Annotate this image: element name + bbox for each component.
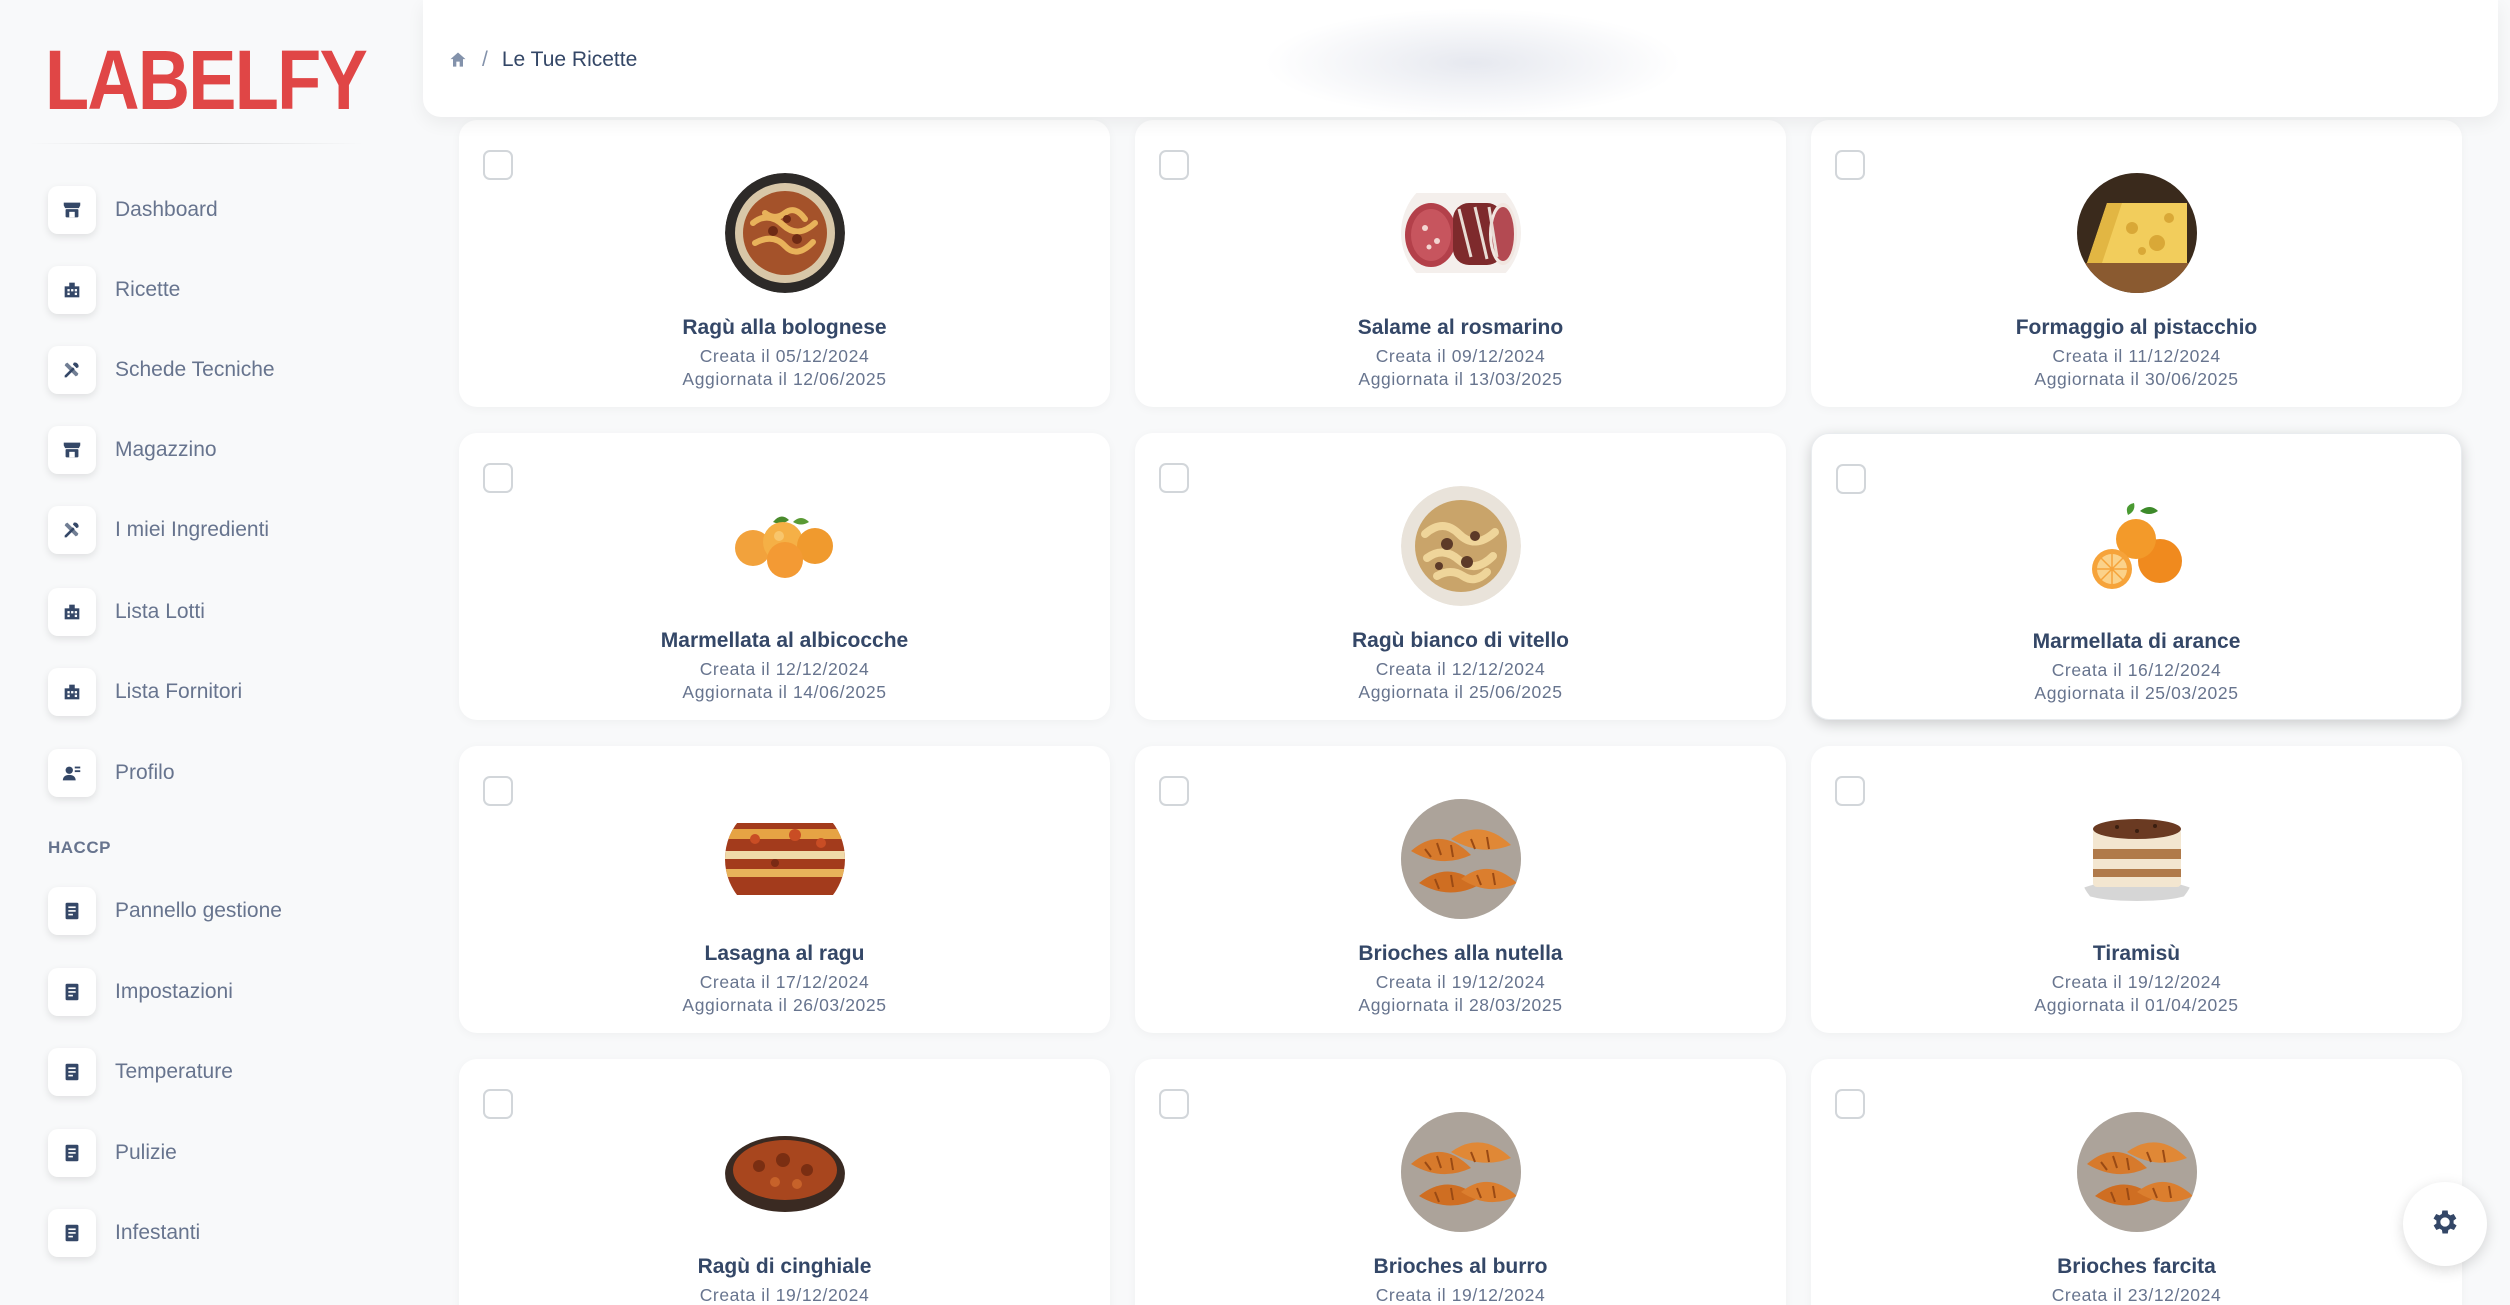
select-checkbox[interactable] — [1835, 1089, 1865, 1119]
recipe-created-date: Creata il 12/12/2024 — [699, 659, 870, 679]
croissants-image — [2077, 1112, 2197, 1232]
top-navbar: / Le Tue Ricette — [423, 0, 2498, 118]
recipe-title: Ragù alla bolognese — [682, 316, 887, 339]
recipe-updated-date: Aggiornata il 12/06/2025 — [682, 369, 887, 389]
gear-icon — [2429, 1206, 2461, 1243]
pasta-white-image — [1401, 486, 1521, 606]
select-checkbox[interactable] — [483, 1089, 513, 1119]
home-icon[interactable] — [448, 50, 468, 70]
oranges-image — [2078, 487, 2198, 607]
recipe-updated-date: Aggiornata il 25/03/2025 — [2034, 683, 2239, 703]
recipe-title: Formaggio al pistacchio — [2015, 316, 2258, 339]
recipe-title: Brioches alla nutella — [1358, 942, 1563, 965]
recipe-title: Ragù bianco di vitello — [1351, 629, 1570, 652]
recipe-title: Marmellata di arance — [2032, 630, 2241, 653]
recipe-created-date: Creata il 23/12/2024 — [2051, 1285, 2222, 1305]
recipe-card[interactable]: Salame al rosmarino Creata il 09/12/2024… — [1135, 120, 1786, 407]
recipe-created-date: Creata il 19/12/2024 — [1375, 972, 1546, 992]
recipe-created-date: Creata il 19/12/2024 — [699, 1285, 870, 1305]
recipe-card[interactable]: Ragù bianco di vitello Creata il 12/12/2… — [1135, 433, 1786, 720]
recipe-created-date: Creata il 11/12/2024 — [2052, 346, 2221, 366]
recipes-grid: Ragù alla bolognese Creata il 05/12/2024… — [0, 0, 2510, 1305]
recipe-created-date: Creata il 19/12/2024 — [2051, 972, 2222, 992]
recipe-updated-date: Aggiornata il 01/04/2025 — [2034, 995, 2239, 1015]
recipe-updated-date: Aggiornata il 13/03/2025 — [1358, 369, 1563, 389]
croissants-image — [1401, 1112, 1521, 1232]
select-checkbox[interactable] — [483, 150, 513, 180]
select-checkbox[interactable] — [1159, 776, 1189, 806]
recipe-created-date: Creata il 19/12/2024 — [1375, 1285, 1546, 1305]
recipe-updated-date: Aggiornata il 26/03/2025 — [682, 995, 887, 1015]
recipe-card[interactable]: Ragù di cinghiale Creata il 19/12/2024 — [459, 1059, 1110, 1305]
lasagna-image — [725, 799, 845, 919]
select-checkbox[interactable] — [1835, 776, 1865, 806]
pasta-bolognese-image — [725, 173, 845, 293]
select-checkbox[interactable] — [1159, 463, 1189, 493]
recipe-created-date: Creata il 12/12/2024 — [1375, 659, 1546, 679]
recipe-card[interactable]: Marmellata di arance Creata il 16/12/202… — [1811, 433, 2462, 720]
select-checkbox[interactable] — [1159, 150, 1189, 180]
recipe-card[interactable]: Tiramisù Creata il 19/12/2024 Aggiornata… — [1811, 746, 2462, 1033]
recipe-created-date: Creata il 16/12/2024 — [2051, 660, 2222, 680]
recipe-title: Marmellata al albicocche — [660, 629, 909, 652]
recipe-card[interactable]: Marmellata al albicocche Creata il 12/12… — [459, 433, 1110, 720]
recipe-card[interactable]: Ragù alla bolognese Creata il 05/12/2024… — [459, 120, 1110, 407]
navbar-glow — [1263, 8, 1683, 118]
recipe-updated-date: Aggiornata il 28/03/2025 — [1358, 995, 1563, 1015]
recipe-card[interactable]: Formaggio al pistacchio Creata il 11/12/… — [1811, 120, 2462, 407]
recipe-card[interactable]: Lasagna al ragu Creata il 17/12/2024 Agg… — [459, 746, 1110, 1033]
salami-image — [1401, 173, 1521, 293]
select-checkbox[interactable] — [1836, 464, 1866, 494]
recipe-title: Brioches al burro — [1373, 1255, 1548, 1278]
recipe-created-date: Creata il 09/12/2024 — [1375, 346, 1546, 366]
select-checkbox[interactable] — [483, 463, 513, 493]
select-checkbox[interactable] — [1835, 150, 1865, 180]
breadcrumb: / Le Tue Ricette — [448, 48, 637, 72]
recipe-created-date: Creata il 17/12/2024 — [699, 972, 870, 992]
croissants-image — [1401, 799, 1521, 919]
apricots-image — [725, 486, 845, 606]
recipe-title: Brioches farcita — [2057, 1255, 2216, 1278]
breadcrumb-current: Le Tue Ricette — [501, 48, 638, 71]
recipe-card[interactable]: Brioches alla nutella Creata il 19/12/20… — [1135, 746, 1786, 1033]
recipe-title: Lasagna al ragu — [704, 942, 865, 965]
recipe-title: Salame al rosmarino — [1357, 316, 1564, 339]
recipe-title: Tiramisù — [2092, 942, 2181, 965]
tiramisu-image — [2077, 799, 2197, 919]
select-checkbox[interactable] — [1159, 1089, 1189, 1119]
recipe-updated-date: Aggiornata il 14/06/2025 — [682, 682, 887, 702]
recipe-card[interactable]: Brioches farcita Creata il 23/12/2024 — [1811, 1059, 2462, 1305]
recipe-created-date: Creata il 05/12/2024 — [699, 346, 870, 366]
breadcrumb-separator: / — [482, 48, 488, 71]
recipe-updated-date: Aggiornata il 30/06/2025 — [2034, 369, 2239, 389]
recipe-card[interactable]: Brioches al burro Creata il 19/12/2024 — [1135, 1059, 1786, 1305]
select-checkbox[interactable] — [483, 776, 513, 806]
ragu-pot-image — [725, 1112, 845, 1232]
cheese-image — [2077, 173, 2197, 293]
settings-button[interactable] — [2403, 1182, 2487, 1266]
recipe-title: Ragù di cinghiale — [697, 1255, 872, 1278]
recipe-updated-date: Aggiornata il 25/06/2025 — [1358, 682, 1563, 702]
